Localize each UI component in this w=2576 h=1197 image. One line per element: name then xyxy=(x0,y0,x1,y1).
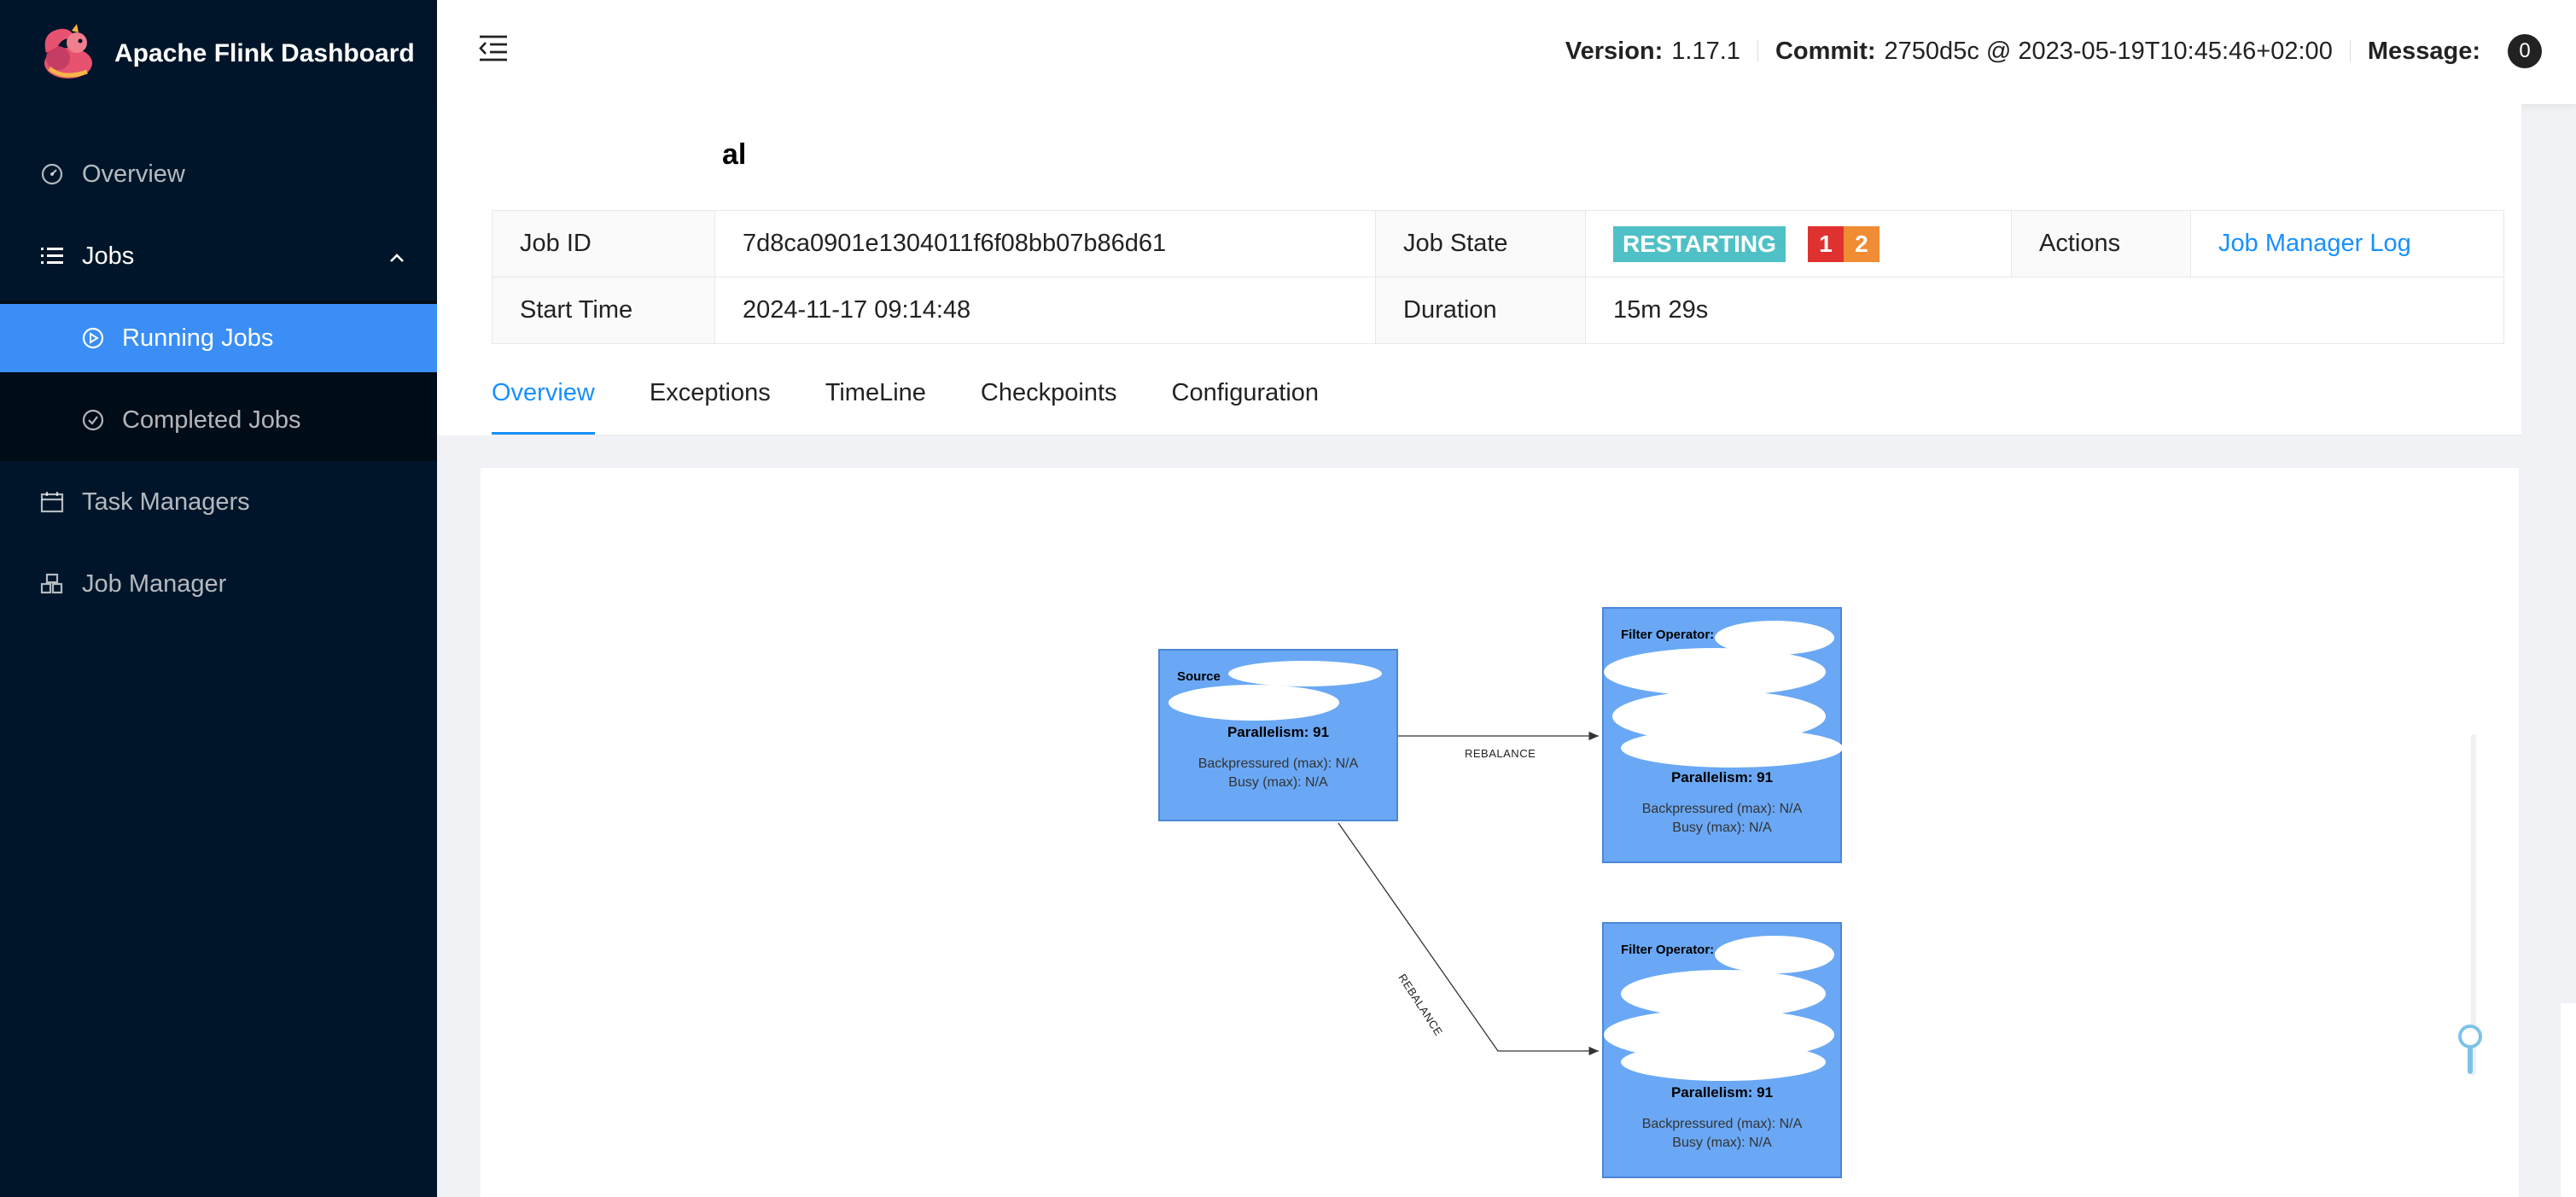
node-parallelism: Parallelism: 91 xyxy=(1670,1084,1774,1101)
job-graph-canvas[interactable]: REBALANCE REBALANCE Source Parallelism: … xyxy=(481,468,2519,1197)
job-detail-panel: al Job ID 7d8ca0901e1304011f6f08bb07b86d… xyxy=(437,104,2521,435)
redaction-blob xyxy=(1715,936,1834,973)
divider xyxy=(2349,40,2351,62)
duration-value: 15m 29s xyxy=(1585,277,2504,344)
job-tabs: Overview Exceptions TimeLine Checkpoints… xyxy=(492,379,1373,435)
redaction-blob xyxy=(1169,685,1339,721)
menu-fold-icon[interactable] xyxy=(478,34,509,63)
node-parallelism: Parallelism: 91 xyxy=(1227,724,1330,740)
job-state-cell: RESTARTING 1 2 xyxy=(1585,210,2012,277)
sidebar-item-running-jobs[interactable]: Running Jobs xyxy=(0,304,437,372)
task-count-badge: 2 xyxy=(1843,225,1880,262)
version-label: Version: xyxy=(1565,37,1664,65)
status-badge: RESTARTING xyxy=(1613,225,1786,262)
redaction-blob xyxy=(1621,1043,1826,1081)
sidebar-item-task-managers[interactable]: Task Managers xyxy=(0,468,437,536)
calendar-icon xyxy=(39,489,65,515)
job-id-value: 7d8ca0901e1304011f6f08bb07b86d61 xyxy=(714,210,1376,277)
app-title: Apache Flink Dashboard xyxy=(114,39,415,67)
sidebar-item-label: Overview xyxy=(82,160,185,188)
tab-configuration[interactable]: Configuration xyxy=(1172,379,1320,435)
check-circle-icon xyxy=(80,407,106,433)
edge-label: REBALANCE xyxy=(1465,747,1536,760)
message-count-badge[interactable]: 0 xyxy=(2508,34,2542,68)
version-value: 1.17.1 xyxy=(1671,37,1740,65)
start-time-label: Start Time xyxy=(492,277,715,344)
redaction-blob xyxy=(1604,648,1826,696)
job-summary-table: Job ID 7d8ca0901e1304011f6f08bb07b86d61 … xyxy=(492,210,2504,344)
flink-squirrel-logo-icon xyxy=(38,24,97,84)
sidebar-item-label: Task Managers xyxy=(82,488,250,516)
node-backpressure: Backpressured (max): N/A xyxy=(1641,1117,1803,1131)
node-busy: Busy (max): N/A xyxy=(1672,820,1772,835)
node-busy: Busy (max): N/A xyxy=(1228,775,1328,790)
app-logo[interactable]: Apache Flink Dashboard xyxy=(38,15,415,92)
redaction-blob xyxy=(1621,728,1843,768)
message-label[interactable]: Message: xyxy=(2368,38,2480,66)
node-label: Filter Operator: xyxy=(1621,943,1715,957)
node-busy: Busy (max): N/A xyxy=(1672,1136,1772,1150)
panel-edge xyxy=(2561,1003,2576,1197)
task-count-badge: 1 xyxy=(1807,225,1844,262)
duration-label: Duration xyxy=(1375,277,1586,344)
job-id-label: Job ID xyxy=(492,210,715,277)
table-row: Job ID 7d8ca0901e1304011f6f08bb07b86d61 … xyxy=(492,210,2504,277)
node-backpressure: Backpressured (max): N/A xyxy=(1641,802,1803,816)
dashboard-icon xyxy=(39,161,65,187)
divider xyxy=(1757,40,1758,62)
sidebar-item-label: Completed Jobs xyxy=(122,406,301,434)
commit-label: Commit: xyxy=(1775,37,1876,65)
node-label: Filter Operator: xyxy=(1621,628,1715,642)
graph-node-filter-2[interactable]: Filter Operator: Parallelism: 91 Backpre… xyxy=(1602,922,1842,1178)
start-time-value: 2024-11-17 09:14:48 xyxy=(714,277,1376,344)
tab-overview[interactable]: Overview xyxy=(492,379,595,435)
top-header: Version: 1.17.1 Commit: 2750d5c @ 2023-0… xyxy=(437,0,2576,104)
sidebar: Apache Flink Dashboard Overview Jobs Run… xyxy=(0,0,437,1197)
node-backpressure: Backpressured (max): N/A xyxy=(1198,756,1359,771)
version-info: Version: 1.17.1 Commit: 2750d5c @ 2023-0… xyxy=(1565,34,2542,68)
sidebar-item-label: Job Manager xyxy=(82,569,227,598)
sidebar-item-completed-jobs[interactable]: Completed Jobs xyxy=(0,386,437,454)
tab-checkpoints[interactable]: Checkpoints xyxy=(981,379,1117,435)
sidebar-item-job-manager[interactable]: Job Manager xyxy=(0,550,437,618)
graph-node-filter-1[interactable]: Filter Operator: Parallelism: 91 Backpre… xyxy=(1602,607,1843,863)
redacted-name xyxy=(492,143,722,169)
job-name-visible: al xyxy=(722,138,747,171)
job-state-label: Job State xyxy=(1375,210,1586,277)
sidebar-item-label: Running Jobs xyxy=(122,324,274,352)
zoom-slider-handle[interactable] xyxy=(2455,1021,2486,1076)
commit-value: 2750d5c @ 2023-05-19T10:45:46+02:00 xyxy=(1884,37,2333,65)
edge-line xyxy=(1338,822,1599,1056)
node-parallelism: Parallelism: 91 xyxy=(1670,769,1774,785)
list-icon xyxy=(39,243,65,269)
sidebar-item-label: Jobs xyxy=(82,242,135,270)
table-row: Start Time 2024-11-17 09:14:48 Duration … xyxy=(492,277,2504,344)
graph-node-source[interactable]: Source Parallelism: 91 Backpressured (ma… xyxy=(1158,649,1398,821)
redaction-blob xyxy=(1228,661,1382,686)
actions-cell: Job Manager Log xyxy=(2190,210,2504,277)
graph-edges xyxy=(1338,731,1599,1056)
chevron-up-icon xyxy=(388,246,406,274)
job-name-title: al xyxy=(492,138,746,172)
sidebar-item-overview[interactable]: Overview xyxy=(0,140,437,208)
node-label: Source xyxy=(1177,669,1221,684)
actions-label: Actions xyxy=(2011,210,2191,277)
cluster-icon xyxy=(39,571,65,597)
job-manager-log-link[interactable]: Job Manager Log xyxy=(2218,230,2411,257)
play-circle-icon xyxy=(80,325,106,351)
tab-exceptions[interactable]: Exceptions xyxy=(650,379,771,435)
sidebar-item-jobs[interactable]: Jobs xyxy=(0,222,437,290)
tab-timeline[interactable]: TimeLine xyxy=(825,379,926,435)
